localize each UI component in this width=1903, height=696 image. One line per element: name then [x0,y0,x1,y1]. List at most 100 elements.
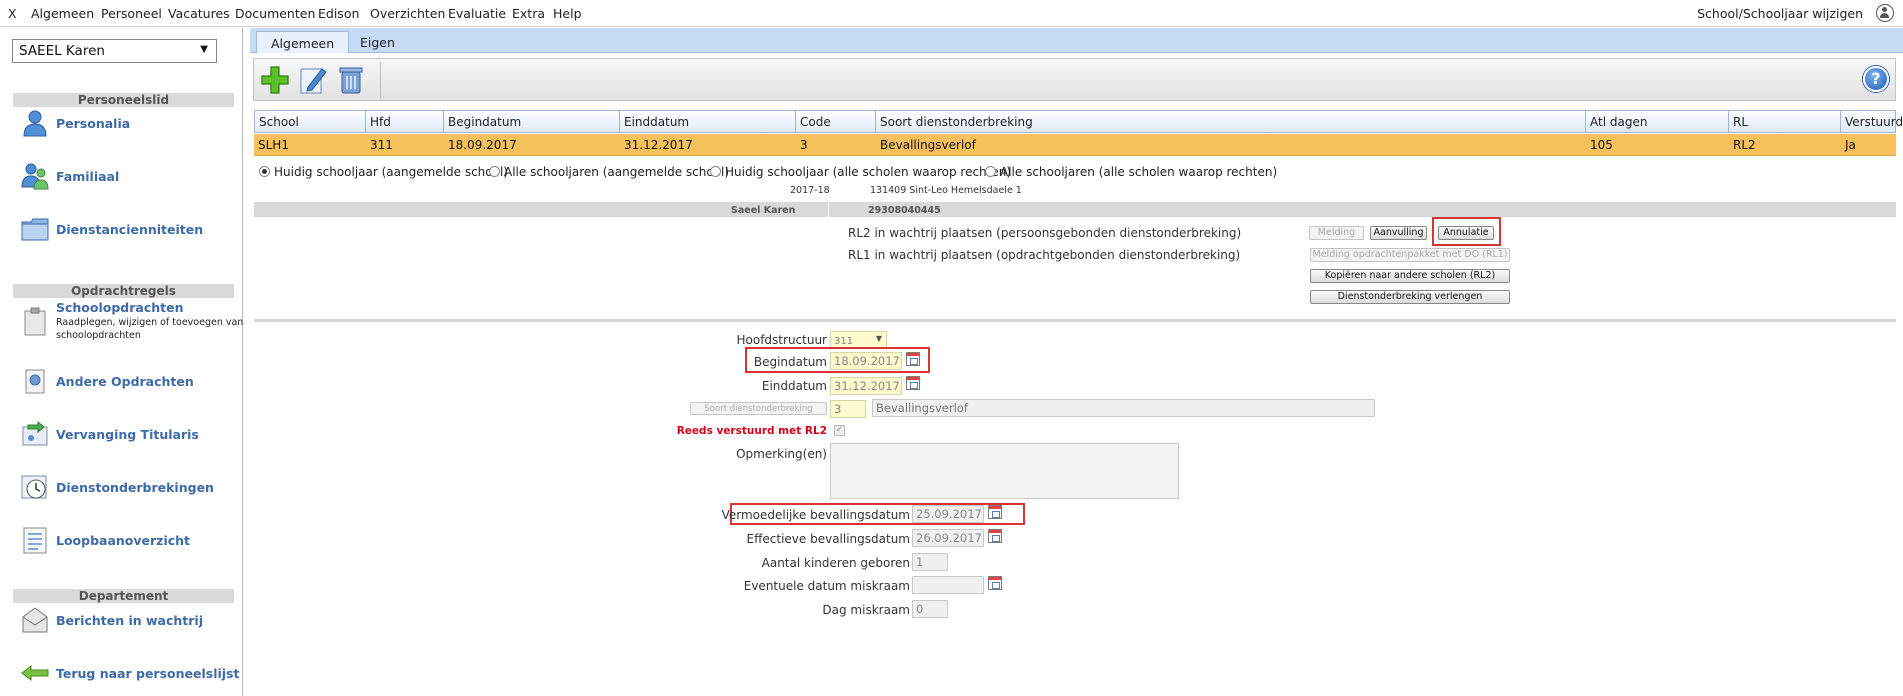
help-icon[interactable]: ? [1863,66,1889,92]
radio-indicator [985,166,996,177]
vermoedelijke-input[interactable]: 25.09.2017 [912,505,984,523]
sidebar-item-label: Dienstancienniteiten [56,222,204,237]
radio-alle-schooljaren-alle[interactable]: Alle schooljaren (alle scholen waarop re… [985,165,1277,179]
person-band [254,202,1896,217]
calendar-icon[interactable] [988,576,1002,590]
radio-label: Huidig schooljaar (alle scholen waarop r… [725,165,1012,179]
col-header-atl-dagen[interactable]: Atl dagen [1586,110,1729,133]
verlengen-button[interactable]: Dienstonderbreking verlengen [1310,290,1510,304]
melding-rl1-button[interactable]: Melding opdrachtenpakket met DO (RL1) [1310,248,1510,262]
schooljaar-text: 2017-18 [790,185,830,196]
kinderen-input[interactable]: 1 [912,553,948,571]
radio-label: Alle schooljaren (alle scholen waarop re… [1000,165,1278,179]
opmerking-label: Opmerking(en) [736,447,827,461]
dag-miskraam-input[interactable]: 0 [912,600,948,618]
cell-verstuurd: Ja [1841,134,1896,156]
col-header-einddatum[interactable]: Einddatum [620,110,796,133]
cell-begindatum: 18.09.2017 [444,134,620,156]
verstuurd-label: Reeds verstuurd met RL2 [676,425,827,437]
family-icon [21,163,49,190]
rl1-text: RL1 in wachtrij plaatsen (opdrachtgebond… [848,248,1241,262]
tab-algemeen[interactable]: Algemeen [256,31,350,53]
person-icon [23,110,47,137]
person-select[interactable]: SAEEL Karen ▼ [12,39,217,63]
col-header-begindatum[interactable]: Begindatum [444,110,620,133]
chevron-down-icon: ▼ [875,334,882,343]
edit-icon[interactable] [296,63,330,97]
col-header-school[interactable]: School [254,110,366,133]
sidebar-item-label: Vervanging Titularis [56,427,199,442]
radio-huidig-schooljaar-aangemeld[interactable]: Huidig schooljaar (aangemelde school) [259,165,508,179]
opmerking-textarea[interactable] [830,443,1179,499]
hoofdstructuur-label: Hoofdstructuur [736,333,828,347]
toolbar-separator [380,62,381,98]
menu-edison[interactable]: Edison [318,6,359,21]
cell-code: 3 [796,134,876,156]
menu-algemeen[interactable]: Algemeen [31,6,94,21]
cell-hfd: 311 [366,134,444,156]
effectieve-label: Effectieve bevallingsdatum [746,532,910,546]
sidebar-item-label: Terug naar personeelslijst [56,666,240,681]
close-menu[interactable]: X [8,6,17,21]
einddatum-input[interactable]: 31.12.2017 [830,377,902,395]
calendar-icon[interactable] [988,529,1002,543]
sidebar-item-label: Andere Opdrachten [56,374,194,389]
user-icon[interactable] [1876,4,1894,22]
kopieren-button[interactable]: Kopiëren naar andere scholen (RL2) [1310,269,1510,283]
radio-indicator [489,166,500,177]
sidebar-item-label: Loopbaanoverzicht [56,533,191,548]
stamnummer: 29308040445 [868,205,941,216]
toolbar: ? [253,58,1896,101]
document-icon [25,369,45,394]
cell-school: SLH1 [254,134,366,156]
menu-overzichten[interactable]: Overzichten [370,6,445,21]
section-departement: Departement [13,589,234,603]
checklist-icon [23,527,47,554]
annulatie-highlight [1432,217,1501,246]
melding-button[interactable]: Melding [1309,226,1364,240]
menu-evaluatie[interactable]: Evaluatie [448,6,506,21]
section-personeelslid: Personeelslid [13,93,234,107]
soort-code-input[interactable]: 3 [830,400,866,418]
tab-eigen[interactable]: Eigen [346,31,409,53]
col-header-verstuurd[interactable]: Verstuurd [1841,110,1903,133]
miskraam-datum-input[interactable] [912,576,984,594]
calendar-icon[interactable] [906,376,920,390]
cell-soort: Bevallingsverlof [876,134,1586,156]
section-divider [254,319,1896,322]
radio-indicator [259,166,270,177]
menu-personeel[interactable]: Personeel [101,6,162,21]
dag-miskraam-label: Dag miskraam [822,603,910,617]
cell-atl-dagen: 105 [1586,134,1729,156]
miskraam-datum-label: Eventuele datum miskraam [743,579,910,593]
add-icon[interactable] [258,63,292,97]
chevron-down-icon: ▼ [200,44,208,55]
col-header-code[interactable]: Code [796,110,876,133]
col-header-hfd[interactable]: Hfd [366,110,444,133]
school-switch-link[interactable]: School/Schooljaar wijzigen [1697,6,1863,21]
begindatum-input[interactable]: 18.09.2017 [830,352,902,370]
col-header-soort[interactable]: Soort dienstonderbreking [876,110,1586,133]
verstuurd-checkbox[interactable]: ✓ [834,425,845,436]
radio-huidig-schooljaar-alle[interactable]: Huidig schooljaar (alle scholen waarop r… [710,165,1011,179]
soort-button[interactable]: Soort dienstonderbreking [690,402,827,415]
menu-extra[interactable]: Extra [512,6,545,21]
menu-documenten[interactable]: Documenten [235,6,315,21]
sidebar-item-label: Schoolopdrachten [56,300,184,315]
kinderen-label: Aantal kinderen geboren [761,556,910,570]
aanvulling-button[interactable]: Aanvulling [1370,226,1427,240]
calendar-icon[interactable] [988,505,1002,519]
person-name: Saeel Karen [731,205,796,216]
cell-einddatum: 31.12.2017 [620,134,796,156]
col-header-rl[interactable]: RL [1729,110,1841,133]
folder-icon [21,218,49,241]
menu-help[interactable]: Help [553,6,582,21]
menu-bar: X Algemeen Personeel Vacatures Documente… [0,0,1903,27]
radio-indicator [710,166,721,177]
calendar-icon[interactable] [906,352,920,366]
effectieve-input[interactable]: 26.09.2017 [912,529,984,547]
sidebar-item-label: Dienstonderbrekingen [56,480,214,495]
menu-vacatures[interactable]: Vacatures [168,6,230,21]
delete-icon[interactable] [334,63,368,97]
radio-alle-schooljaren-aangemeld[interactable]: Alle schooljaren (aangemelde school) [489,165,729,179]
